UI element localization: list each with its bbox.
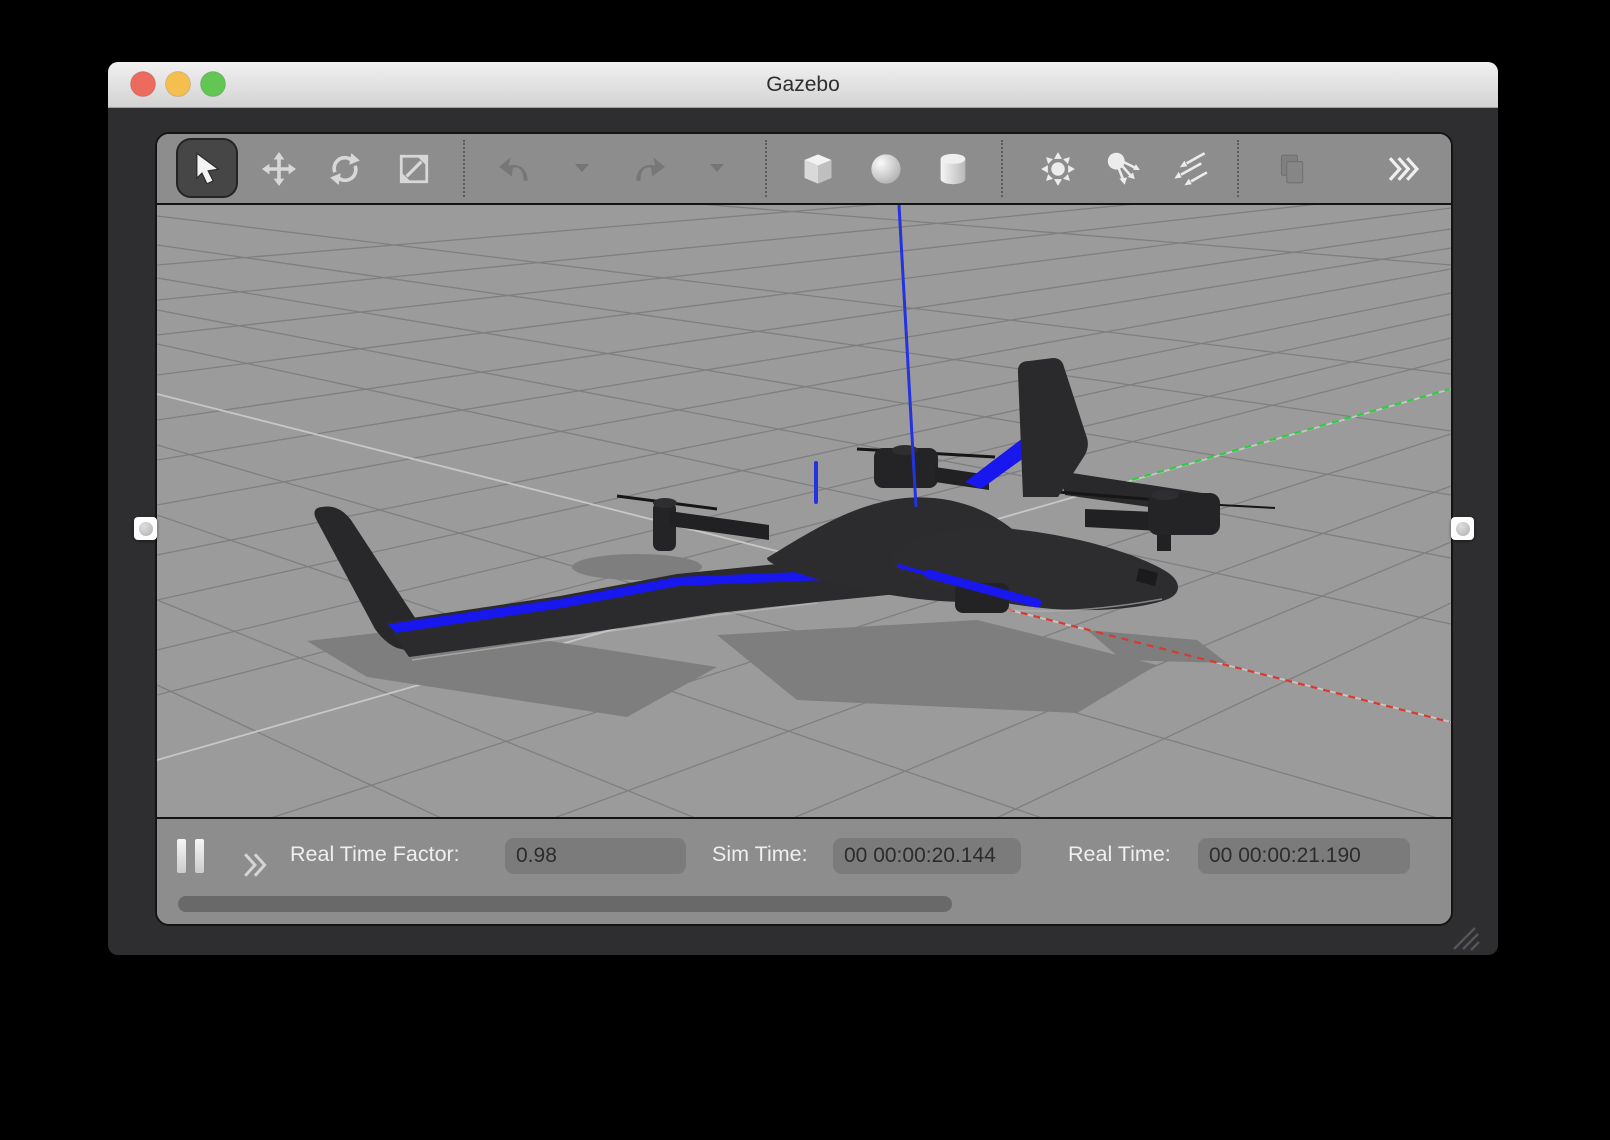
pause-bar: [177, 839, 186, 873]
redo-history-button[interactable]: [710, 164, 724, 172]
main-panel: Real Time Factor: 0.98 Sim Time: 00 00:0…: [155, 132, 1453, 926]
rotate-icon: [328, 152, 362, 186]
titlebar: Gazebo: [108, 62, 1498, 108]
insert-directional-light-button[interactable]: [1171, 150, 1209, 188]
real-time-label: Real Time:: [1068, 834, 1171, 874]
undo-icon: [496, 152, 534, 186]
horizontal-scrollbar[interactable]: [178, 896, 952, 912]
paste-button[interactable]: [1272, 150, 1310, 188]
undo-button[interactable]: [496, 150, 534, 188]
cylinder-icon: [935, 151, 971, 187]
insert-box-button[interactable]: [799, 150, 837, 188]
spot-light-icon: [1105, 151, 1141, 187]
gazebo-window: Gazebo: [108, 62, 1498, 955]
redo-button[interactable]: [630, 150, 668, 188]
statusbar: Real Time Factor: 0.98 Sim Time: 00 00:0…: [157, 817, 1451, 926]
insert-cylinder-button[interactable]: [934, 150, 972, 188]
translate-tool-button[interactable]: [260, 150, 298, 188]
redo-icon: [630, 152, 668, 186]
rotor-pod: [653, 502, 676, 551]
insert-point-light-button[interactable]: [1039, 150, 1077, 188]
insert-spot-light-button[interactable]: [1104, 150, 1142, 188]
directional-light-icon: [1172, 151, 1208, 187]
scale-tool-button[interactable]: [395, 150, 433, 188]
scene: [157, 205, 1451, 817]
pause-bar: [195, 839, 204, 873]
arrow-cursor-icon: [189, 150, 225, 186]
double-chevron-icon: [241, 851, 271, 879]
paste-icon: [1274, 152, 1308, 186]
toolbar-separator: [1237, 140, 1239, 197]
undo-history-button[interactable]: [575, 164, 589, 172]
pause-button[interactable]: [177, 839, 213, 875]
select-tool-button[interactable]: [176, 138, 238, 198]
resize-grip[interactable]: [1446, 918, 1482, 952]
left-splitter-handle[interactable]: [134, 517, 157, 540]
real-time-factor-value: 0.98: [505, 838, 686, 874]
overflow-chevrons-icon: [1385, 155, 1423, 183]
sim-time-value: 00 00:00:20.144: [833, 838, 1021, 874]
window-title: Gazebo: [108, 62, 1498, 108]
box-icon: [800, 151, 836, 187]
render-viewport[interactable]: [157, 205, 1451, 817]
sim-time-label: Sim Time:: [712, 834, 808, 874]
rotate-tool-button[interactable]: [326, 150, 364, 188]
expand-playback-button[interactable]: [241, 851, 271, 884]
point-light-icon: [1040, 151, 1076, 187]
screen: Gazebo: [0, 0, 1610, 1140]
insert-sphere-button[interactable]: [867, 150, 905, 188]
toolbar-separator: [1001, 140, 1003, 197]
translate-icon: [262, 152, 296, 186]
real-time-factor-label: Real Time Factor:: [290, 834, 460, 874]
real-time-value: 00 00:00:21.190: [1198, 838, 1410, 874]
toolbar: [157, 134, 1451, 205]
sphere-icon: [868, 151, 904, 187]
toolbar-separator: [463, 140, 465, 197]
right-splitter-handle[interactable]: [1451, 517, 1474, 540]
scale-icon: [397, 152, 431, 186]
more-tools-button[interactable]: [1385, 150, 1423, 188]
toolbar-separator: [765, 140, 767, 197]
